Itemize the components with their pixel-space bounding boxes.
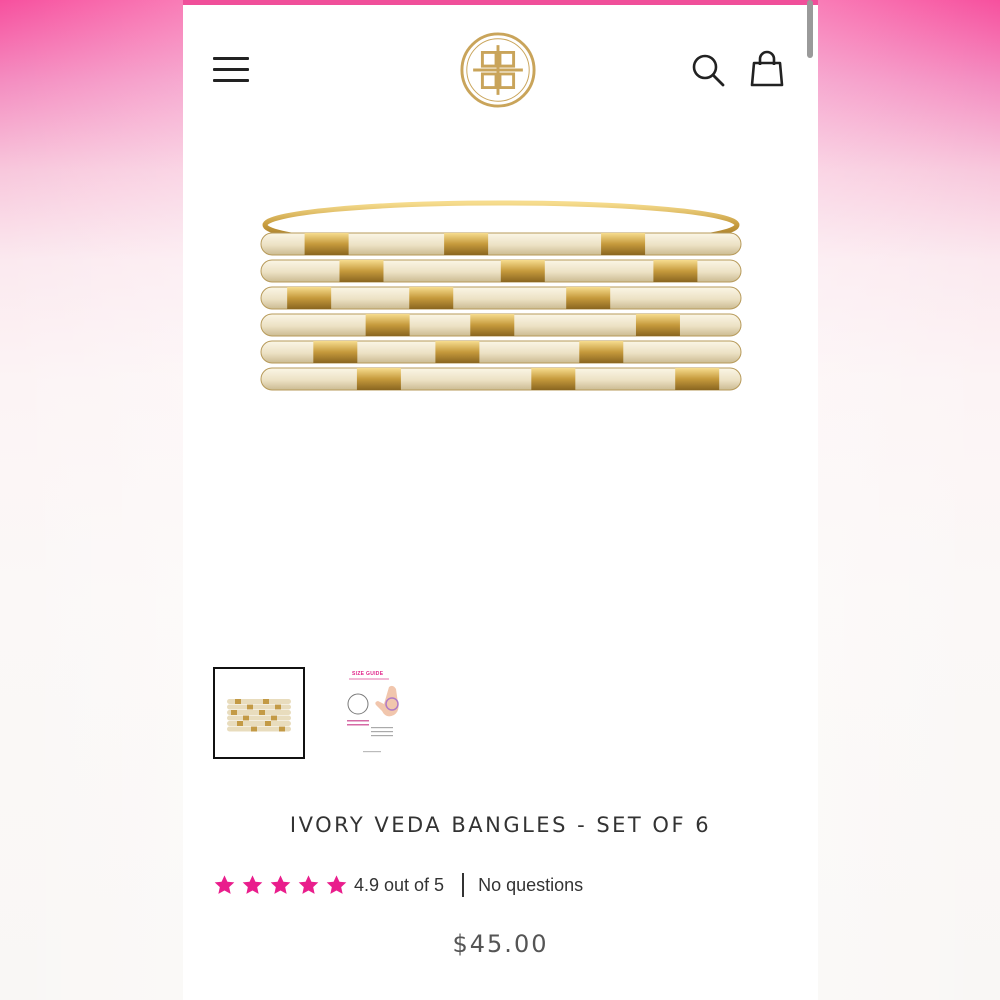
thumbnail-size-guide[interactable]: SIZE GUIDE	[325, 667, 415, 757]
gold-segment	[313, 341, 358, 363]
gold-segment	[304, 233, 349, 255]
gold-segment	[635, 314, 680, 336]
gold-segment	[531, 368, 576, 390]
background-right	[818, 0, 1000, 1000]
hamburger-menu-icon[interactable]	[213, 57, 251, 85]
gold-segment	[365, 314, 410, 336]
search-icon[interactable]	[691, 53, 725, 87]
star-rating[interactable]	[213, 874, 348, 896]
gold-segment	[500, 260, 545, 282]
size-guide-thumbnail-icon	[347, 678, 399, 753]
questions-link[interactable]: No questions	[478, 875, 583, 896]
star-icon	[242, 875, 263, 894]
top-accent-bar	[183, 0, 818, 5]
gold-segment	[339, 260, 384, 282]
thumbnail-bangles[interactable]	[213, 667, 305, 759]
star-icon	[298, 875, 319, 894]
gold-segment	[675, 368, 720, 390]
gold-segment	[601, 233, 646, 255]
brand-logo-icon[interactable]	[459, 31, 537, 109]
star-icon	[326, 875, 347, 894]
rating-text: 4.9 out of 5	[354, 874, 445, 895]
phone-screen: SIZE GUIDE IVORY VEDA BANGLES - SET OF 6	[183, 0, 818, 1000]
gold-segment	[579, 341, 624, 363]
shopping-bag-icon[interactable]	[749, 50, 785, 88]
bangle-band	[260, 367, 742, 391]
gold-segment	[409, 287, 454, 309]
rating-row: 4.9 out of 5 No questions	[213, 872, 583, 898]
gold-segment	[444, 233, 489, 255]
bangle-band	[260, 286, 742, 310]
product-main-image[interactable]	[243, 185, 763, 435]
background-left	[0, 0, 183, 1000]
gold-segment	[435, 341, 480, 363]
divider	[462, 873, 465, 897]
star-icon	[214, 875, 235, 894]
gold-segment	[653, 260, 698, 282]
product-title: IVORY VEDA BANGLES - SET OF 6	[289, 813, 712, 837]
size-guide-title: SIZE GUIDE	[352, 671, 384, 677]
gold-segment	[287, 287, 332, 309]
gold-segment	[470, 314, 515, 336]
site-header	[183, 28, 818, 114]
star-icon	[270, 875, 291, 894]
product-price: $45.00	[452, 930, 549, 958]
gold-segment	[356, 368, 401, 390]
bangles-thumbnail-icon	[227, 699, 291, 732]
gold-segment	[566, 287, 611, 309]
